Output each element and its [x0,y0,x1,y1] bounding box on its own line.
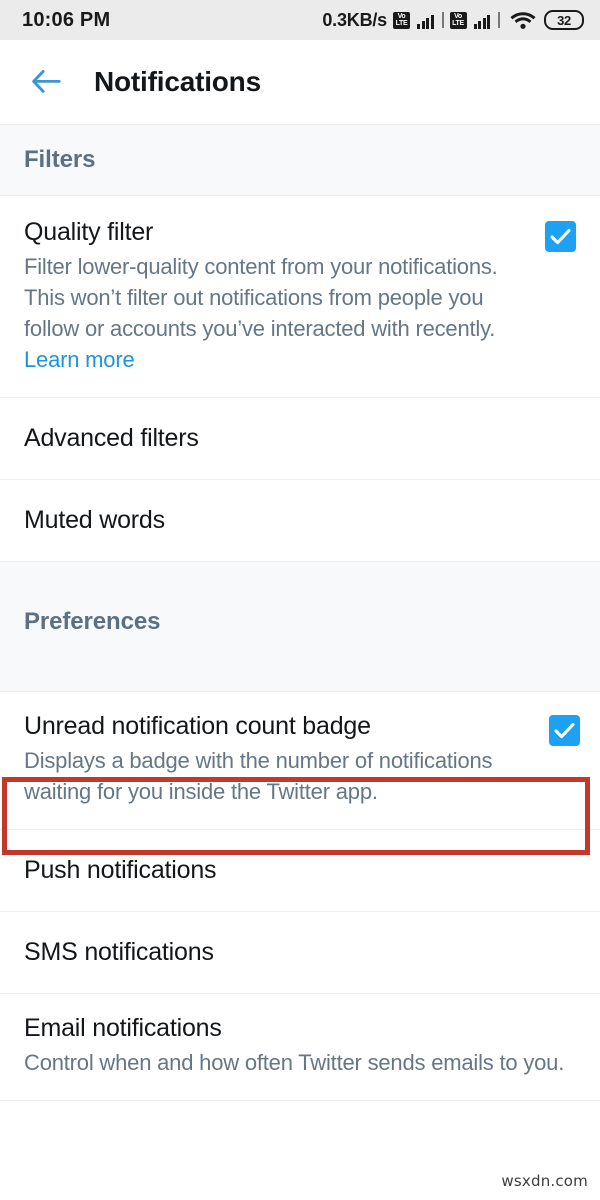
row-quality-filter-title: Quality filter [24,218,154,246]
row-email-notifications-title: Email notifications [24,1014,222,1042]
row-sms-notifications-body: SMS notifications [24,938,576,967]
status-clock: 10:06 PM [22,8,111,31]
row-sms-notifications[interactable]: SMS notifications [0,912,600,994]
volte-icon-sim2-bottom: LTE [452,20,464,27]
row-muted-words-title: Muted words [24,506,165,534]
row-advanced-filters-body: Advanced filters [24,424,576,453]
row-email-notifications-body: Email notifications Control when and how… [24,1014,576,1078]
app-bar: Notifications [0,40,600,125]
phone-screen: 10:06 PM 0.3KB/s Vo LTE Vo LTE 32 Notifi… [0,0,600,1200]
row-quality-filter[interactable]: Quality filter Filter lower-quality cont… [0,196,600,398]
signal-divider-2 [498,12,500,28]
checkbox-quality-filter[interactable] [545,221,576,252]
row-advanced-filters[interactable]: Advanced filters [0,398,600,480]
row-email-notifications-desc: Control when and how often Twitter sends… [24,1050,565,1075]
row-quality-filter-desc: Filter lower-quality content from your n… [24,251,529,375]
row-muted-words-body: Muted words [24,506,576,535]
row-email-notifications[interactable]: Email notifications Control when and how… [0,994,600,1101]
row-advanced-filters-title: Advanced filters [24,424,199,452]
row-unread-count-badge-body: Unread notification count badge Displays… [24,712,533,807]
status-bar: 10:06 PM 0.3KB/s Vo LTE Vo LTE 32 [0,0,600,40]
row-push-notifications[interactable]: Push notifications [0,830,600,912]
wifi-icon [510,12,536,29]
battery-level-label: 32 [557,12,571,28]
back-arrow-icon [32,70,61,93]
check-icon [550,229,571,245]
row-muted-words[interactable]: Muted words [0,480,600,562]
row-push-notifications-body: Push notifications [24,856,576,885]
check-icon [554,723,575,739]
section-header-filters-label: Filters [24,146,96,173]
row-quality-filter-desc-text: Filter lower-quality content from your n… [24,254,498,341]
battery-icon: 32 [544,10,584,30]
page-title: Notifications [94,66,261,97]
row-quality-filter-body: Quality filter Filter lower-quality cont… [24,218,529,375]
row-unread-count-badge-desc: Displays a badge with the number of noti… [24,748,493,804]
learn-more-link[interactable]: Learn more [24,347,135,372]
watermark: wsxdn.com [501,1172,588,1190]
row-unread-count-badge-title: Unread notification count badge [24,712,371,740]
network-speed-label: 0.3KB/s [322,9,387,30]
status-indicators: 0.3KB/s Vo LTE Vo LTE 32 [322,10,584,31]
section-header-preferences-label: Preferences [24,608,161,635]
volte-icon-sim2-top: Vo [454,12,462,20]
volte-icon-sim1-bottom: LTE [395,20,408,27]
signal-divider [441,12,444,28]
volte-icon-sim2: Vo LTE [449,11,467,29]
signal-bars-icon-sim2 [473,12,490,29]
back-button[interactable] [24,60,68,104]
section-header-preferences: Preferences [0,562,600,692]
row-push-notifications-title: Push notifications [24,856,217,884]
row-unread-count-badge[interactable]: Unread notification count badge Displays… [0,692,600,830]
signal-bars-icon-sim1 [417,12,434,29]
volte-icon-sim1-top: Vo [397,12,406,20]
section-header-filters: Filters [0,125,600,196]
row-sms-notifications-title: SMS notifications [24,938,214,966]
checkbox-unread-count-badge[interactable] [549,715,580,746]
volte-icon-sim1: Vo LTE [393,11,410,29]
